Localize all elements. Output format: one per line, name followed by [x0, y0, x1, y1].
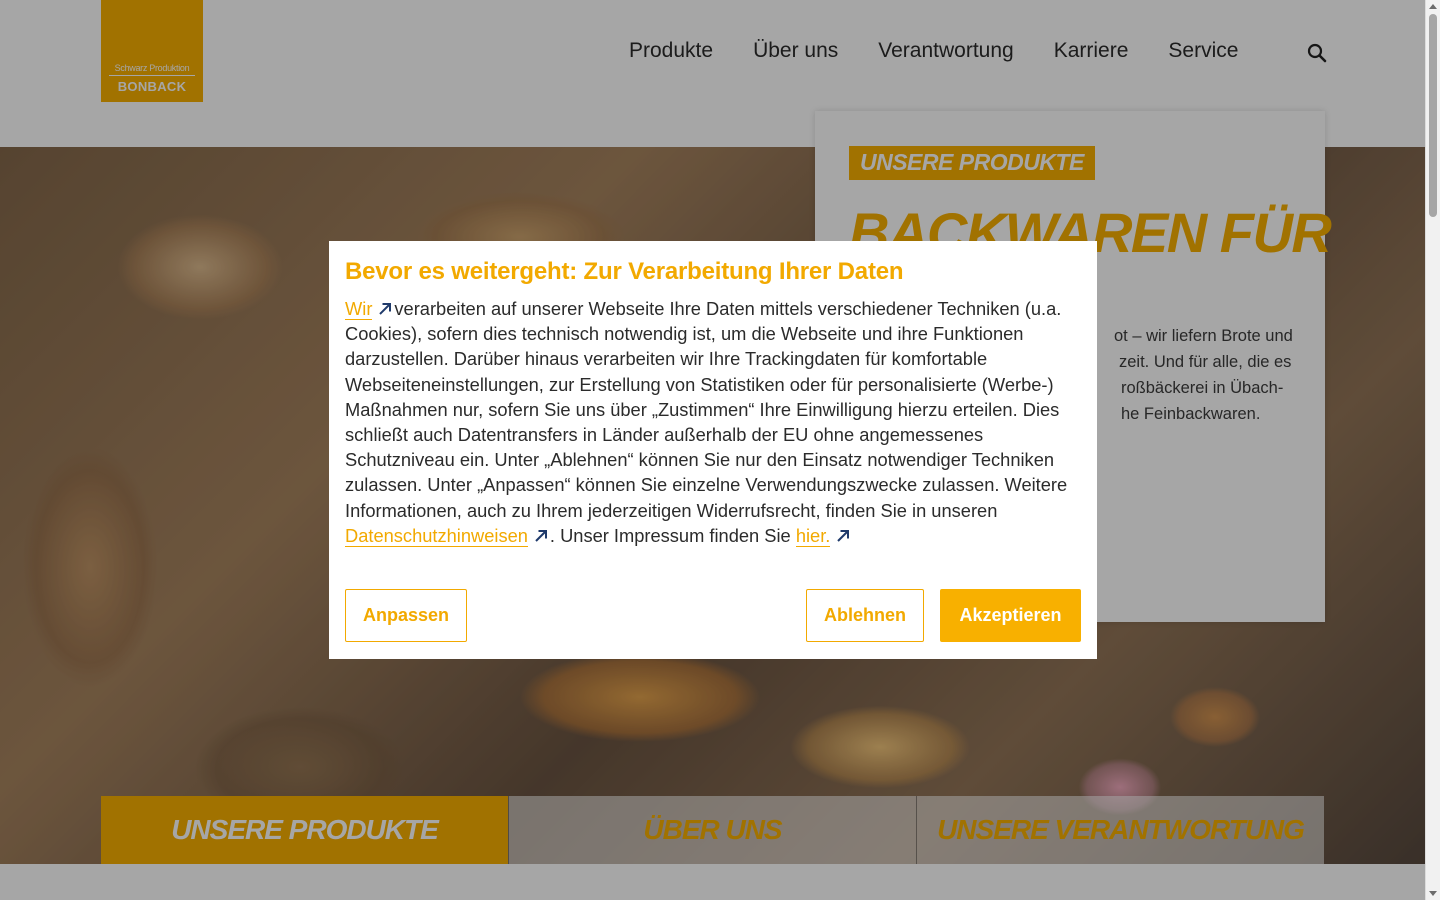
consent-text: Wir verarbeiten auf unserer Webseite Ihre…: [345, 296, 1085, 548]
consent-text-part-1: verarbeiten auf unserer Webseite Ihre Da…: [345, 298, 1068, 521]
scroll-thumb[interactable]: [1429, 14, 1437, 217]
cookie-consent-dialog: Bevor es weitergeht: Zur Verarbeitung Ih…: [329, 241, 1097, 659]
scroll-down-icon[interactable]: [1429, 891, 1437, 896]
we-link[interactable]: Wir: [345, 298, 373, 320]
external-link-icon: [837, 529, 850, 542]
page-scrollbar[interactable]: [1425, 0, 1440, 900]
customize-button[interactable]: Anpassen: [345, 589, 467, 642]
decline-button[interactable]: Ablehnen: [806, 589, 924, 642]
imprint-link[interactable]: hier.: [795, 524, 831, 547]
privacy-policy-link[interactable]: Datenschutzhinweisen: [345, 524, 528, 547]
consent-title: Bevor es weitergeht: Zur Verarbeitung Ih…: [345, 258, 904, 285]
consent-text-part-2: . Unser Impressum finden Sie: [549, 524, 791, 546]
scroll-up-icon[interactable]: [1429, 4, 1437, 9]
external-link-icon: [535, 529, 547, 542]
accept-button[interactable]: Akzeptieren: [940, 589, 1081, 642]
external-link-icon: [379, 303, 392, 315]
